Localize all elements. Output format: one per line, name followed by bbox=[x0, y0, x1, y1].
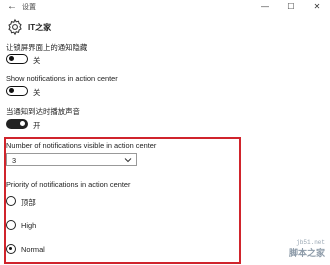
radio-label: 顶部 bbox=[21, 198, 36, 207]
setting-label-action-center: Show notifications in action center bbox=[6, 74, 118, 83]
back-button[interactable]: ← bbox=[6, 1, 18, 13]
setting-label-lock-screen: 让锁屏界面上的通知隐藏 bbox=[6, 43, 88, 52]
toggle-knob bbox=[9, 88, 14, 94]
watermark: jb51.net 脚本之家 bbox=[289, 239, 325, 259]
radio-label: High bbox=[21, 221, 37, 230]
visible-count-label: Number of notifications visible in actio… bbox=[6, 141, 157, 150]
window-title: 设置 bbox=[22, 4, 36, 11]
gear-icon bbox=[8, 18, 22, 36]
minimize-button[interactable]: — bbox=[252, 0, 278, 14]
close-button[interactable]: ✕ bbox=[304, 0, 330, 14]
visible-count-select[interactable]: 3 bbox=[6, 153, 137, 166]
sound-toggle[interactable] bbox=[6, 119, 28, 129]
toggle-state-label: 关 bbox=[33, 88, 41, 97]
watermark-url: jb51.net bbox=[296, 239, 325, 246]
title-bar: ← 设置 — ☐ ✕ bbox=[0, 0, 330, 14]
radio-label: Normal bbox=[21, 245, 45, 254]
toggle-knob bbox=[9, 56, 14, 62]
window-controls: — ☐ ✕ bbox=[252, 0, 330, 14]
priority-label: Priority of notifications in action cent… bbox=[6, 180, 131, 189]
toggle-state-label: 关 bbox=[33, 56, 41, 65]
app-header: IT之家 bbox=[0, 17, 330, 37]
setting-label-sound: 当通知到达时播放声音 bbox=[6, 107, 80, 116]
radio-button[interactable] bbox=[6, 244, 16, 254]
radio-button[interactable] bbox=[6, 196, 16, 206]
visible-count-value: 3 bbox=[12, 156, 17, 165]
watermark-brand: 脚本之家 bbox=[288, 249, 325, 259]
app-name: IT之家 bbox=[28, 23, 52, 32]
radio-button[interactable] bbox=[6, 220, 16, 230]
toggle-state-label: 开 bbox=[33, 121, 41, 130]
toggle-knob bbox=[20, 121, 25, 127]
chevron-down-icon bbox=[124, 158, 132, 163]
lock-screen-toggle[interactable] bbox=[6, 54, 28, 64]
action-center-toggle[interactable] bbox=[6, 86, 28, 96]
maximize-button[interactable]: ☐ bbox=[278, 0, 304, 14]
settings-window: ← 设置 — ☐ ✕ IT之家 让锁屏界面上的通知隐藏 关 Show notif… bbox=[0, 0, 330, 265]
